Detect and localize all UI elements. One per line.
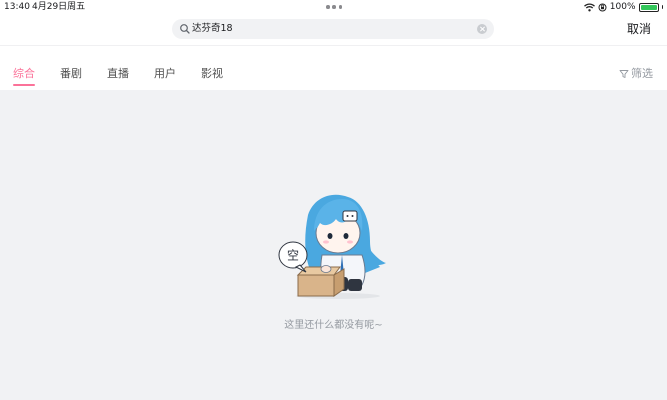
tab-users[interactable]: 用户 — [154, 66, 176, 88]
tab-label: 影视 — [201, 67, 223, 80]
tab-label: 番剧 — [60, 67, 82, 80]
battery-tip — [661, 5, 663, 9]
filter-label: 筛选 — [631, 67, 653, 80]
tab-label: 直播 — [107, 67, 129, 80]
search-input[interactable]: 达芬奇18 — [172, 19, 494, 39]
tab-all[interactable]: 综合 — [13, 66, 35, 88]
empty-state-illustration: 空 — [278, 194, 386, 299]
wifi-icon — [583, 2, 595, 11]
divider — [0, 45, 667, 46]
search-icon — [180, 24, 190, 34]
status-indicators: 100% — [583, 0, 663, 14]
tab-live[interactable]: 直播 — [107, 66, 129, 88]
tab-label: 用户 — [154, 67, 176, 80]
status-bar: 13:40 4月29日周五 100% — [0, 0, 667, 14]
orientation-lock-icon — [598, 3, 607, 11]
search-query[interactable]: 达芬奇18 — [192, 19, 233, 39]
tab-label: 综合 — [13, 67, 35, 80]
cancel-button[interactable]: 取消 — [627, 20, 651, 38]
status-date: 4月29日周五 — [32, 2, 86, 12]
multitasking-dots-icon[interactable] — [326, 5, 342, 9]
search-tabs: 综合 番剧 直播 用户 影视 — [13, 66, 248, 88]
empty-state-message: 这里还什么都没有呢~ — [284, 320, 383, 331]
filter-icon — [619, 70, 629, 78]
header: 13:40 4月29日周五 100% 达芬奇18 取消 综合 番剧 直播 用户 … — [0, 0, 667, 90]
tab-movies[interactable]: 影视 — [201, 66, 223, 88]
status-time: 13:40 — [4, 2, 30, 12]
tab-anime[interactable]: 番剧 — [60, 66, 82, 88]
speech-bubble-text: 空 — [287, 249, 299, 263]
clear-search-icon[interactable] — [477, 24, 487, 34]
battery-percent: 100% — [609, 2, 636, 12]
tab-indicator — [13, 84, 35, 86]
battery-icon — [638, 2, 659, 12]
filter-button[interactable]: 筛选 — [619, 66, 653, 82]
